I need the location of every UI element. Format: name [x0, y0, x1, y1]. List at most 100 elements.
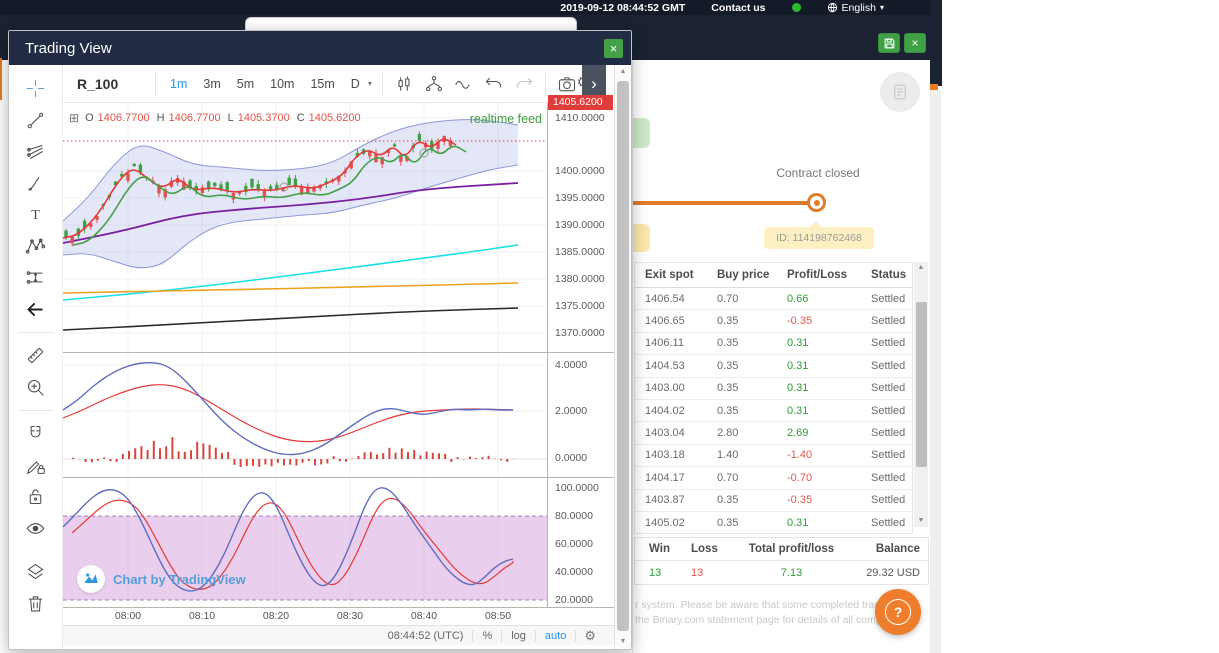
redo-icon[interactable]: [509, 65, 539, 103]
unlock-icon[interactable]: [19, 481, 53, 513]
exit-spot-cell: 1406.54: [645, 292, 685, 305]
symbol-input[interactable]: R_100: [77, 76, 149, 92]
timeframe-item[interactable]: D: [343, 77, 368, 91]
trades-table-body[interactable]: 1406.54 0.70 0.66 Settled 1406.65 0.35 -…: [635, 288, 912, 533]
close-panel-button[interactable]: ×: [904, 33, 926, 53]
oscillator-axis-tick: 100.0000: [555, 482, 599, 494]
crosshair-tool-icon[interactable]: [19, 73, 53, 105]
chevron-right-icon: ›: [591, 74, 597, 93]
close-value: 1405.6200: [308, 112, 361, 124]
time-axis-tick: 08:40: [410, 610, 438, 622]
axis-divider: [547, 103, 548, 607]
oscillator-axis-tick: 40.0000: [555, 566, 593, 578]
price-axis[interactable]: 1410.0000 1400.0000 1395.0000 1390.0000 1385…: [551, 103, 613, 352]
timeframe-item[interactable]: 5m: [229, 77, 262, 91]
oscillator-axis-tick: 80.0000: [555, 510, 593, 522]
pane-divider[interactable]: [63, 477, 614, 478]
forecast-tool-icon[interactable]: [19, 262, 53, 294]
indicators-icon[interactable]: [449, 65, 479, 103]
xabcd-pattern-tool-icon[interactable]: [19, 231, 53, 263]
close-dialog-button[interactable]: ×: [604, 38, 623, 58]
save-button[interactable]: [878, 33, 900, 53]
timeframe-item[interactable]: 1m: [162, 77, 195, 91]
disclaimer-text: r system. Please be aware that some comp…: [635, 598, 899, 628]
indicator-axis[interactable]: 4.0000 2.0000 0.0000: [551, 352, 613, 477]
oscillator-axis[interactable]: 100.0000 80.0000 60.0000 40.0000 20.0000: [551, 477, 613, 607]
price-axis-tick: 1385.0000: [555, 246, 605, 258]
trades-table-header: Exit spot Buy price Profit/Loss Status: [635, 263, 912, 288]
auto-scale-button[interactable]: auto: [536, 630, 575, 642]
scroll-down-arrow-icon[interactable]: ▼: [615, 635, 631, 649]
scroll-up-arrow-icon[interactable]: ▲: [615, 65, 631, 79]
timeframe-item[interactable]: 10m: [262, 77, 302, 91]
drawing-mode-lock-icon[interactable]: [19, 450, 53, 482]
trash-icon[interactable]: [19, 588, 53, 620]
zoom-in-tool-icon[interactable]: [19, 372, 53, 404]
high-value: 1406.7700: [168, 112, 221, 124]
dialog-scrollbar-thumb[interactable]: [617, 81, 629, 631]
eye-icon[interactable]: [19, 513, 53, 545]
toolbar-separator: [155, 71, 156, 96]
timeframe-dropdown-icon[interactable]: ▾: [368, 79, 372, 88]
buy-price-cell: 0.35: [717, 315, 739, 328]
dialog-title: Trading View: [25, 39, 112, 57]
open-label: O: [85, 112, 94, 124]
profit-loss-cell: 0.31: [787, 382, 809, 395]
trade-row: 1406.65 0.35 -0.35 Settled: [635, 310, 912, 333]
trade-row: 1404.02 0.35 0.31 Settled: [635, 400, 912, 423]
chart-region: R_100 1m3m5m10m15mD ▾ ⚙ ›: [63, 65, 614, 649]
exit-spot-cell: 1406.65: [645, 315, 685, 328]
ruler-tool-icon[interactable]: [19, 340, 53, 372]
candlestick-style-icon[interactable]: [389, 65, 419, 103]
toolbar-divider: [17, 332, 54, 333]
undo-icon[interactable]: [479, 65, 509, 103]
dialog-titlebar[interactable]: Trading View ×: [9, 31, 631, 65]
chart-settings-gear-icon[interactable]: ⚙: [576, 628, 596, 644]
price-axis-tick: 1370.0000: [555, 327, 605, 339]
buy-price-cell: 0.70: [717, 471, 739, 484]
scroll-down-arrow-icon[interactable]: ▼: [914, 515, 928, 527]
gann-fan-tool-icon[interactable]: [19, 136, 53, 168]
page-scrollbar-track[interactable]: [929, 90, 941, 653]
text-tool-icon[interactable]: T: [19, 199, 53, 231]
profit-loss-cell: 0.31: [787, 404, 809, 417]
indicator-pane[interactable]: 4.0000 2.0000 0.0000: [63, 352, 614, 477]
price-chart-pane[interactable]: ⊞ O 1406.7700 H 1406.7700 L 1405.3700 C …: [63, 103, 614, 352]
tradingview-logo[interactable]: Chart by TradingView: [77, 565, 246, 593]
exit-spot-cell: 1403.87: [645, 494, 685, 507]
price-axis-tick: 1380.0000: [555, 273, 605, 285]
trade-row: 1404.17 0.70 -0.70 Settled: [635, 467, 912, 490]
oscillator-pane[interactable]: Chart by TradingView 100.0000 80.0000 60.0…: [63, 477, 614, 607]
log-scale-button[interactable]: log: [502, 630, 535, 642]
trade-row: 1404.53 0.35 0.31 Settled: [635, 355, 912, 378]
pane-divider[interactable]: [63, 352, 614, 353]
stop-button-partial[interactable]: [633, 224, 650, 252]
brush-tool-icon[interactable]: [19, 168, 53, 200]
language-selector[interactable]: English ▾: [827, 2, 884, 14]
magnet-tool-icon[interactable]: [19, 418, 53, 450]
help-button[interactable]: ?: [875, 589, 921, 635]
timeframe-item[interactable]: 3m: [195, 77, 228, 91]
oscillator-axis-tick: 20.0000: [555, 594, 593, 606]
scroll-up-arrow-icon[interactable]: ▲: [914, 262, 928, 274]
dialog-scrollbar[interactable]: ▲ ▼: [614, 65, 631, 649]
profit-loss-cell: -1.40: [787, 449, 813, 462]
percent-scale-button[interactable]: %: [473, 630, 501, 642]
drawing-toolbar: T: [9, 65, 63, 649]
exit-spot-cell: 1405.02: [645, 516, 685, 529]
timeframe-item[interactable]: 15m: [302, 77, 342, 91]
arrow-left-icon[interactable]: [19, 294, 53, 326]
time-axis[interactable]: 08:00 08:10 08:20 08:30 08:40 08:50: [63, 607, 547, 625]
compare-icon[interactable]: [419, 65, 449, 103]
contact-us-link[interactable]: Contact us: [711, 2, 765, 14]
indicator-axis-tick: 0.0000: [555, 452, 588, 464]
layers-icon[interactable]: [19, 556, 53, 588]
price-axis-tick: 1395.0000: [555, 192, 605, 204]
buy-price-cell: 0.35: [717, 359, 739, 372]
trades-scrollbar-thumb[interactable]: [915, 302, 927, 467]
series-menu-icon[interactable]: ⊞: [69, 111, 79, 125]
trades-scrollbar[interactable]: ▲ ▼: [914, 262, 928, 527]
trend-line-tool-icon[interactable]: [19, 105, 53, 137]
run-button-partial[interactable]: [633, 118, 650, 148]
exit-spot-cell: 1404.17: [645, 471, 685, 484]
